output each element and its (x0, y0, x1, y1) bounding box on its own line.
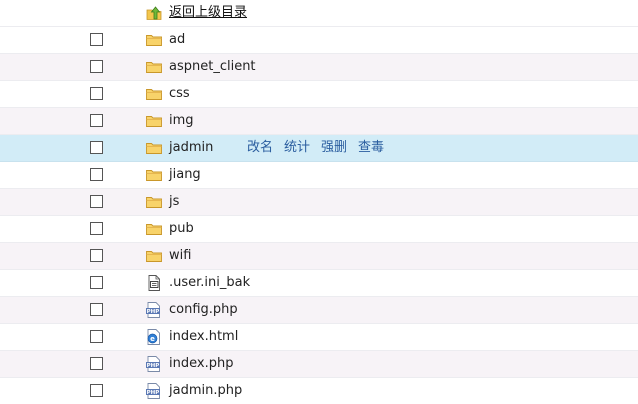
file-name[interactable]: wifi (169, 248, 191, 264)
svg-text:e: e (150, 335, 155, 343)
view-link[interactable]: 查毒 (358, 140, 384, 155)
svg-text:PHP: PHP (147, 309, 160, 315)
file-row[interactable]: PHP config.php (0, 297, 638, 324)
file-row[interactable]: ad (0, 27, 638, 54)
php-file-icon: PHP (145, 383, 163, 399)
file-name[interactable]: .user.ini_bak (169, 275, 250, 291)
generic-file-icon (145, 275, 163, 291)
folder-icon (145, 113, 163, 129)
file-row[interactable]: pub (0, 216, 638, 243)
force-delete-link[interactable]: 强删 (321, 140, 347, 155)
folder-icon (145, 32, 163, 48)
file-row[interactable]: e index.html (0, 324, 638, 351)
row-checkbox[interactable] (90, 249, 103, 262)
file-name[interactable]: js (169, 194, 179, 210)
file-name[interactable]: index.html (169, 329, 238, 345)
folder-icon (145, 194, 163, 210)
file-name[interactable]: jadmin.php (169, 383, 242, 399)
file-row[interactable]: aspnet_client (0, 54, 638, 81)
row-checkbox[interactable] (90, 168, 103, 181)
stats-link[interactable]: 统计 (284, 140, 310, 155)
file-list: 返回上级目录 ad aspnet_client css img jadmin 改… (0, 0, 638, 404)
folder-icon (145, 59, 163, 75)
file-row[interactable]: PHP index.php (0, 351, 638, 378)
row-checkbox[interactable] (90, 384, 103, 397)
file-name[interactable]: config.php (169, 302, 238, 318)
row-checkbox[interactable] (90, 114, 103, 127)
file-row[interactable]: .user.ini_bak (0, 270, 638, 297)
file-name[interactable]: css (169, 86, 190, 102)
file-row[interactable]: js (0, 189, 638, 216)
folder-icon (145, 248, 163, 264)
folder-icon (145, 167, 163, 183)
row-checkbox[interactable] (90, 222, 103, 235)
parent-directory-link[interactable]: 返回上级目录 (169, 5, 247, 21)
row-checkbox[interactable] (90, 276, 103, 289)
file-row[interactable]: img (0, 108, 638, 135)
row-checkbox[interactable] (90, 330, 103, 343)
file-name[interactable]: pub (169, 221, 194, 237)
row-checkbox[interactable] (90, 195, 103, 208)
row-checkbox[interactable] (90, 60, 103, 73)
html-file-icon: e (145, 329, 163, 345)
file-name[interactable]: jiang (169, 167, 201, 183)
row-checkbox[interactable] (90, 87, 103, 100)
file-row-hovered[interactable]: jadmin 改名 统计 强删 查毒 (0, 135, 638, 162)
file-row[interactable]: jiang (0, 162, 638, 189)
file-row[interactable]: wifi (0, 243, 638, 270)
row-checkbox[interactable] (90, 357, 103, 370)
parent-directory-row: 返回上级目录 (0, 0, 638, 27)
file-name[interactable]: jadmin (169, 140, 213, 156)
folder-icon (145, 86, 163, 102)
row-actions: 改名 统计 强删 查毒 (247, 140, 395, 156)
file-name[interactable]: ad (169, 32, 185, 48)
row-checkbox[interactable] (90, 303, 103, 316)
php-file-icon: PHP (145, 356, 163, 372)
file-name[interactable]: aspnet_client (169, 59, 256, 75)
up-arrow-folder-icon[interactable] (145, 5, 163, 21)
svg-text:PHP: PHP (147, 363, 160, 369)
file-name[interactable]: index.php (169, 356, 233, 372)
row-checkbox[interactable] (90, 141, 103, 154)
rename-link[interactable]: 改名 (247, 140, 273, 155)
file-name[interactable]: img (169, 113, 194, 129)
file-row[interactable]: PHP jadmin.php (0, 378, 638, 404)
folder-icon (145, 221, 163, 237)
file-row[interactable]: css (0, 81, 638, 108)
php-file-icon: PHP (145, 302, 163, 318)
svg-text:PHP: PHP (147, 390, 160, 396)
row-checkbox[interactable] (90, 33, 103, 46)
folder-icon (145, 140, 163, 156)
